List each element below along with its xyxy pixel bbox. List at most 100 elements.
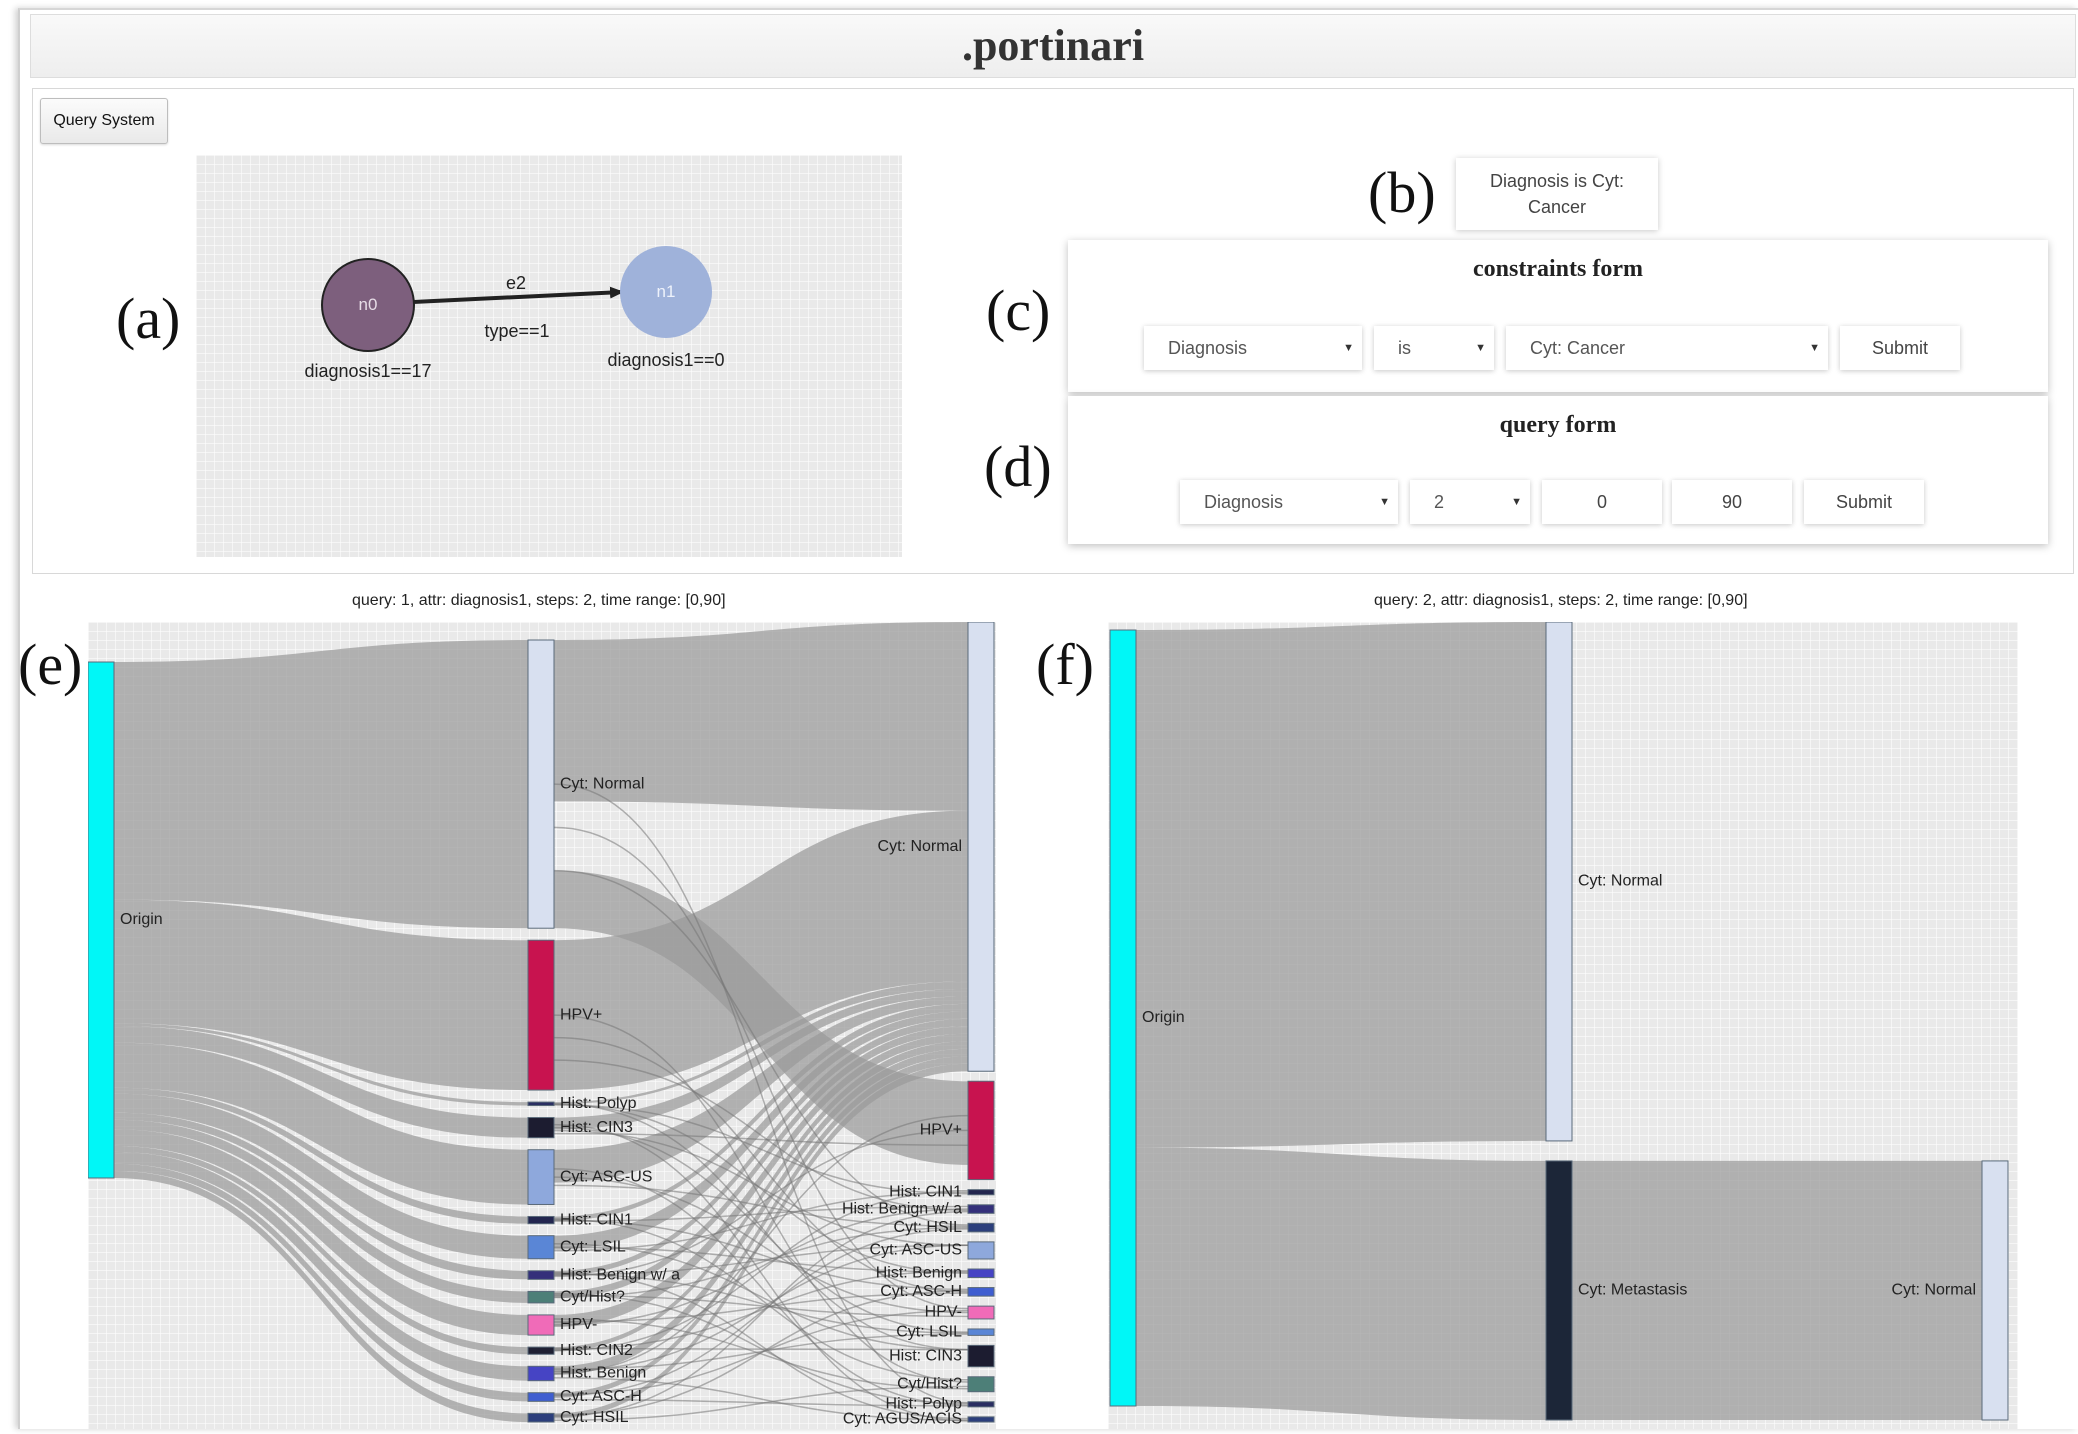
- sankey-svg-query2: Origin Cyt: Normal Cyt: Metastasis Cyt: Nor…: [1109, 621, 2009, 1421]
- sankey-node-cyt-normal[interactable]: [1545, 621, 1573, 1142]
- sankey-node-hist-benign[interactable]: [527, 1365, 555, 1382]
- constraints-form: constraints form Diagnosis ▼ is ▼ Cyt: C…: [1068, 240, 2048, 392]
- panel-label-b: (b): [1368, 160, 1436, 225]
- sankey-node-hist-cin1[interactable]: [527, 1215, 555, 1225]
- constraint-text-line: Diagnosis is Cyt:: [1489, 171, 1625, 191]
- query-attribute-value: Diagnosis: [1204, 492, 1284, 512]
- sankey-node-origin[interactable]: [1109, 629, 1137, 1407]
- panel-label-a: (a): [116, 286, 181, 351]
- sankey-node-label: Cyt: HSIL: [560, 1409, 629, 1426]
- app-title: .portinari: [961, 21, 1145, 70]
- sankey-node-label: Origin: [1142, 1009, 1185, 1026]
- steps-select[interactable]: 2 ▼: [1410, 480, 1530, 524]
- panel-label-c: (c): [986, 278, 1051, 343]
- sankey-node-label: Cyt: LSIL: [896, 1323, 962, 1340]
- sankey-node-label: Cyt: Normal: [1892, 1282, 1976, 1299]
- sankey-node-cyt-hsil[interactable]: [967, 1222, 995, 1233]
- sankey-node-cyt-metastasis[interactable]: [1545, 1160, 1573, 1421]
- chevron-down-icon: ▼: [1379, 496, 1390, 508]
- graph-edge-e2[interactable]: [412, 286, 624, 304]
- query-graph-canvas[interactable]: e2 type==1 n0 diagnosis1==17 n1 diagnosi…: [196, 155, 902, 557]
- sankey-node-label: Hist: CIN3: [889, 1347, 962, 1364]
- value-select[interactable]: Cyt: Cancer ▼: [1506, 326, 1828, 370]
- sankey-node-label: Cyt: ASC-H: [560, 1388, 642, 1405]
- sankey-node-cyt-normal[interactable]: [527, 639, 555, 929]
- node-condition-label: diagnosis1==17: [304, 361, 431, 381]
- sankey-chart-query2: Origin Cyt: Normal Cyt: Metastasis Cyt: Nor…: [1108, 621, 2018, 1429]
- sankey-node-cyt-normal[interactable]: [1981, 1160, 2009, 1421]
- panel-label-d: (d): [984, 434, 1052, 499]
- panel-label-f: (f): [1036, 632, 1094, 697]
- constraint-text-line: Cancer: [1527, 197, 1587, 217]
- sankey-node-hist-cin1[interactable]: [967, 1189, 995, 1196]
- sankey-node-origin[interactable]: [87, 661, 115, 1179]
- selected-constraint-box[interactable]: Diagnosis is Cyt: Cancer: [1456, 158, 1658, 230]
- sankey-title-query1: query: 1, attr: diagnosis1, steps: 2, ti…: [352, 592, 726, 609]
- sankey-node-cyt-normal[interactable]: [967, 621, 995, 1072]
- app-header: .portinari: [30, 14, 2076, 78]
- sankey-node-label: Cyt: HSIL: [894, 1219, 963, 1236]
- chevron-down-icon: ▼: [1511, 496, 1522, 508]
- sankey-node-cyt-lsil[interactable]: [527, 1235, 555, 1260]
- sankey-node-label: Cyt: ASC-H: [880, 1283, 962, 1300]
- sankey-node-label: Hist: Polyp: [560, 1095, 637, 1112]
- sankey-node-cyt-asc-us[interactable]: [527, 1149, 555, 1205]
- edge-id-label: e2: [506, 273, 526, 293]
- sankey-title-query2: query: 2, attr: diagnosis1, steps: 2, ti…: [1374, 592, 1748, 609]
- sankey-node-hpv[interactable]: [527, 1314, 555, 1336]
- sankey-node-cyt-asc-h[interactable]: [967, 1287, 995, 1297]
- chevron-down-icon: ▼: [1343, 342, 1354, 354]
- sankey-node-hist-benign[interactable]: [967, 1268, 995, 1279]
- query-submit-button[interactable]: Submit: [1804, 480, 1924, 524]
- sankey-node-hist-cin3[interactable]: [527, 1117, 555, 1139]
- sankey-node-cyt-hist[interactable]: [967, 1376, 995, 1393]
- sankey-node-label: HPV-: [560, 1316, 597, 1333]
- constraints-form-title: constraints form: [1473, 256, 1643, 282]
- time-start-input[interactable]: 0: [1542, 480, 1662, 524]
- sankey-node-hist-polyp[interactable]: [967, 1401, 995, 1408]
- sankey-node-cyt-asc-us[interactable]: [967, 1241, 995, 1260]
- sankey-node-label: Cyt/Hist?: [560, 1288, 625, 1305]
- sankey-node-label: Origin: [120, 911, 163, 928]
- sankey-node-hpv[interactable]: [967, 1080, 995, 1181]
- sankey-link[interactable]: [114, 640, 528, 929]
- value-select-value: Cyt: Cancer: [1530, 338, 1626, 358]
- sankey-link[interactable]: [1136, 622, 1546, 1148]
- attribute-select-value: Diagnosis: [1168, 338, 1248, 358]
- query-attribute-select[interactable]: Diagnosis ▼: [1180, 480, 1398, 524]
- sankey-node-label: HPV+: [920, 1122, 962, 1139]
- edge-condition-label: type==1: [484, 321, 549, 341]
- chevron-down-icon: ▼: [1809, 342, 1820, 354]
- sankey-node-hpv[interactable]: [527, 939, 555, 1091]
- sankey-node-hist-cin3[interactable]: [967, 1344, 995, 1368]
- sankey-node-label: Hist: CIN2: [560, 1342, 633, 1359]
- sankey-node-hpv[interactable]: [967, 1305, 995, 1320]
- sankey-node-label: Hist: CIN1: [560, 1211, 633, 1228]
- time-end-input[interactable]: 90: [1672, 480, 1792, 524]
- sankey-node-label: Hist: CIN3: [560, 1119, 633, 1136]
- sankey-node-hist-benign-w-a[interactable]: [527, 1270, 555, 1280]
- chevron-down-icon: ▼: [1475, 342, 1486, 354]
- constraints-submit-button[interactable]: Submit: [1840, 326, 1960, 370]
- sankey-svg-query1: Origin Cyt: Normal HPV+ Hist: Polyp Hist: CI…: [87, 621, 995, 1428]
- sankey-node-label: Cyt: Metastasis: [1578, 1282, 1687, 1299]
- operator-select-value: is: [1398, 338, 1411, 358]
- sankey-node-label: Cyt: AGUS/ACIS: [843, 1411, 962, 1428]
- sankey-node-cyt-asc-h[interactable]: [527, 1392, 555, 1402]
- sankey-link[interactable]: [1136, 1147, 1546, 1420]
- sankey-node-cyt-hsil[interactable]: [527, 1412, 555, 1423]
- sankey-node-hist-cin2[interactable]: [527, 1346, 555, 1355]
- sankey-node-hist-polyp[interactable]: [527, 1101, 555, 1107]
- node-condition-label: diagnosis1==0: [607, 350, 724, 370]
- panel-label-e: (e): [18, 632, 83, 697]
- sankey-node-cyt-lsil[interactable]: [967, 1328, 995, 1336]
- attribute-select[interactable]: Diagnosis ▼: [1144, 326, 1362, 370]
- operator-select[interactable]: is ▼: [1374, 326, 1494, 370]
- sankey-node-label: Cyt: Normal: [878, 838, 962, 855]
- sankey-node-cyt-hist[interactable]: [527, 1290, 555, 1304]
- sankey-node-label: Cyt/Hist?: [897, 1375, 962, 1392]
- sankey-node-label: HPV+: [560, 1006, 602, 1023]
- sankey-node-hist-benign-w-a[interactable]: [967, 1204, 995, 1214]
- sankey-node-cyt-agus-acis[interactable]: [967, 1416, 995, 1423]
- query-system-button[interactable]: Query System: [40, 98, 168, 144]
